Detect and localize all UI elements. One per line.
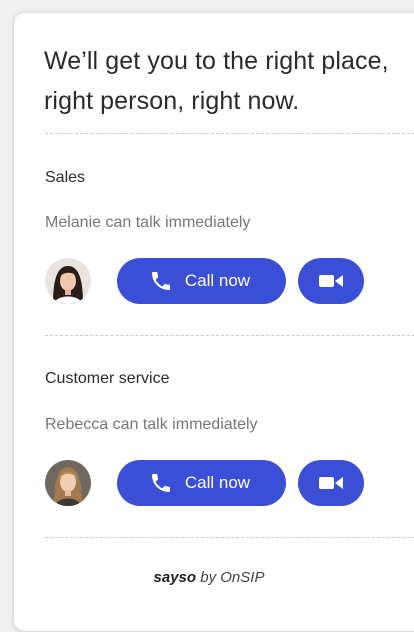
section-title-customer-service: Customer service <box>45 370 170 387</box>
section-title-sales: Sales <box>45 169 86 186</box>
video-camera-icon <box>319 275 343 287</box>
brand-logo-text: sayso <box>153 569 197 586</box>
agent-avatar-melanie <box>45 258 91 304</box>
video-call-button-customer-service[interactable] <box>298 460 364 506</box>
powered-by-text: by OnSIP <box>200 569 265 586</box>
call-now-button-customer-service[interactable]: Call now <box>117 460 286 506</box>
divider <box>45 537 414 538</box>
contact-widget: We’ll get you to the right place, right … <box>13 12 414 632</box>
call-now-button-sales[interactable]: Call now <box>117 258 286 304</box>
widget-headline: We’ll get you to the right place, right … <box>44 47 389 115</box>
call-now-label: Call now <box>184 473 251 492</box>
divider <box>45 335 414 336</box>
divider <box>45 133 414 134</box>
agent-avatar-rebecca <box>45 460 91 506</box>
video-call-button-sales[interactable] <box>298 258 364 304</box>
agent-availability-sales: Melanie can talk immediately <box>45 214 251 231</box>
phone-icon <box>151 474 170 492</box>
video-camera-icon <box>319 477 343 489</box>
call-now-label: Call now <box>184 271 251 290</box>
agent-availability-customer-service: Rebecca can talk immediately <box>45 416 258 433</box>
powered-by-footer[interactable]: sayso by OnSIP <box>14 569 404 586</box>
phone-icon <box>151 272 170 290</box>
